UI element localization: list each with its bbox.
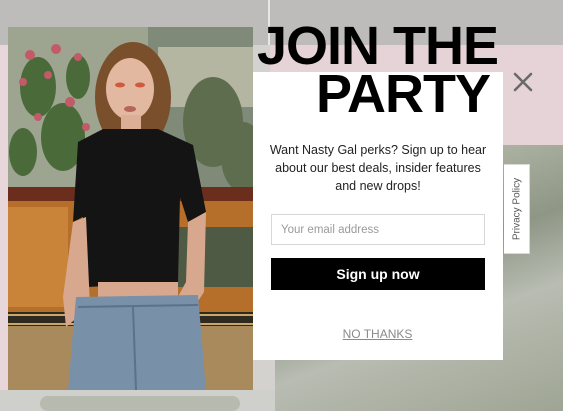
signup-button[interactable]: Sign up now	[271, 258, 485, 290]
headline-line-1: JOIN THE	[256, 16, 499, 76]
email-input[interactable]	[271, 214, 485, 245]
headline-line-2: PARTY	[315, 64, 491, 124]
privacy-policy-label: Privacy Policy	[511, 177, 522, 241]
background-bottom	[0, 390, 275, 411]
modal-description: Want Nasty Gal perks? Sign up to hear ab…	[269, 143, 487, 193]
background-left-strip	[0, 45, 8, 411]
close-icon[interactable]	[511, 70, 535, 94]
modal-headline: JOIN THE PARTY	[188, 16, 499, 124]
no-thanks-link[interactable]: NO THANKS	[330, 327, 425, 341]
privacy-policy-tab[interactable]: Privacy Policy	[504, 164, 530, 254]
